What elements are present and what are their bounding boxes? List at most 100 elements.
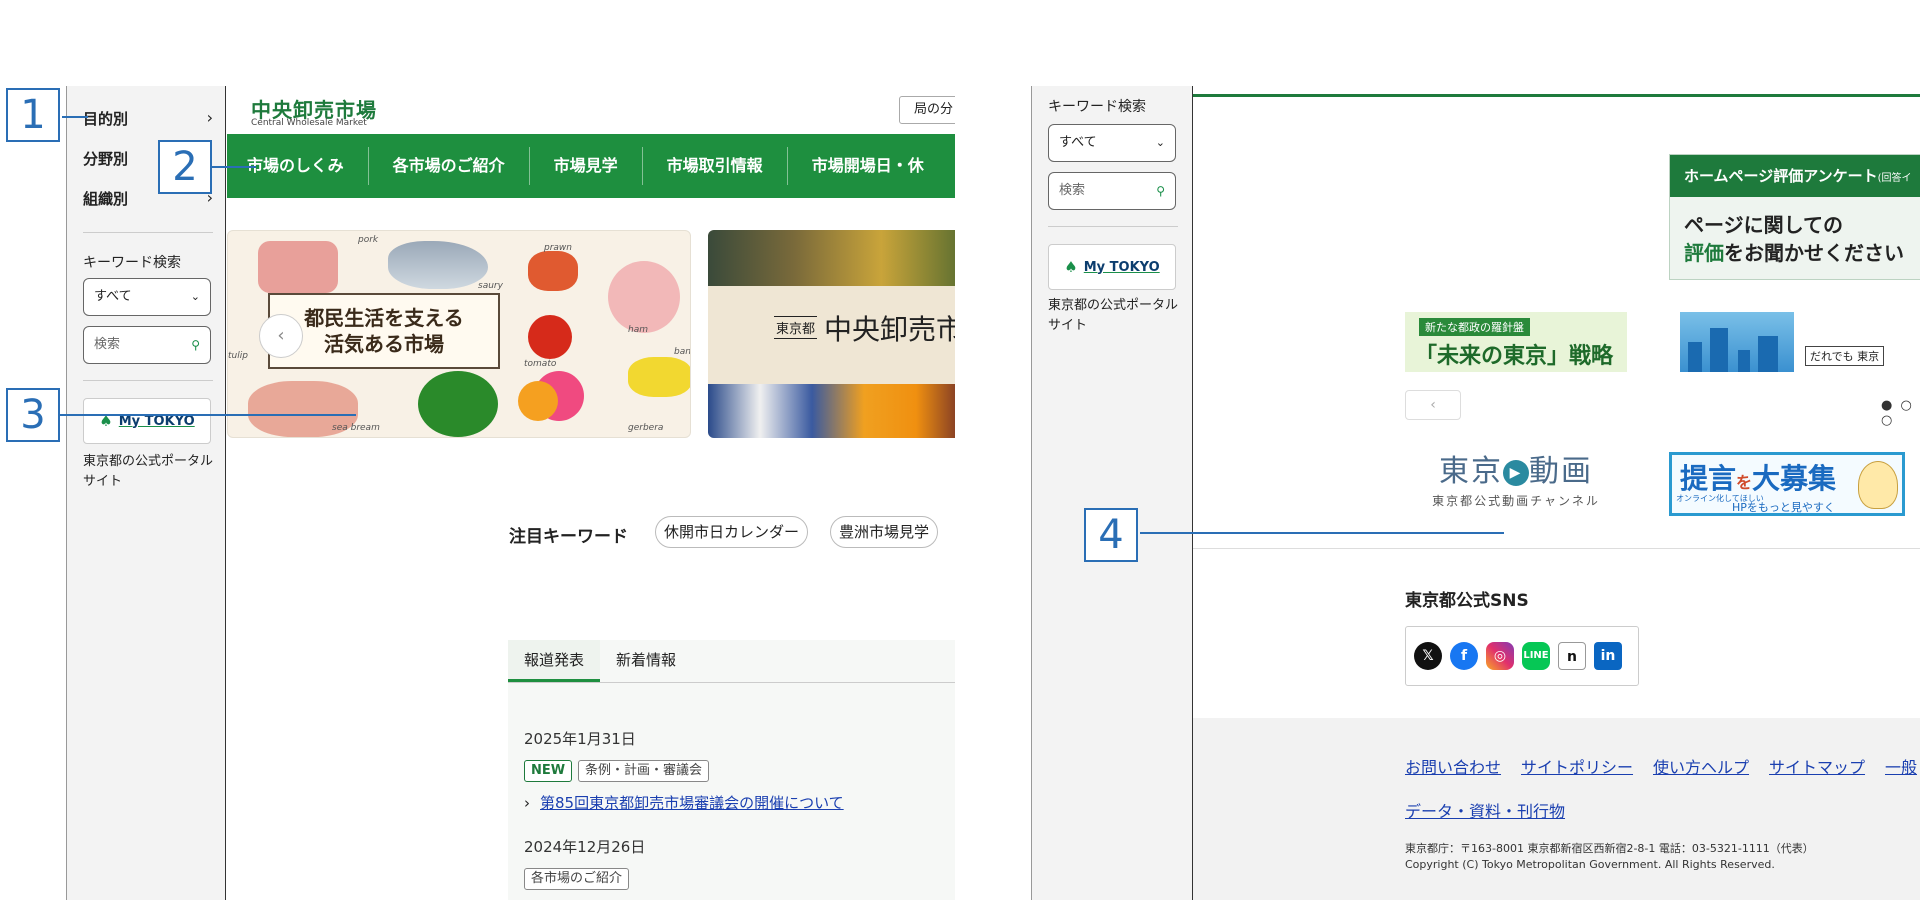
callout-4: 4 (1084, 508, 1138, 562)
search-scope-select[interactable]: すべて ⌄ (83, 278, 211, 316)
banner-carousel-prev-button[interactable]: ‹ (1405, 390, 1461, 420)
survey-header-note: (回答イ (1877, 173, 1912, 184)
sidebar-nav-label: 分野別 (83, 150, 129, 168)
carousel-dots[interactable]: ● ○ ○ (1881, 398, 1920, 428)
facebook-icon[interactable]: f (1450, 642, 1478, 670)
portal-description: 東京都の公式ポータルサイト (1048, 298, 1179, 333)
mytokyo-banner[interactable]: ♠ My TOKYO (83, 398, 211, 444)
survey-line1: ページに関しての (1684, 213, 1843, 237)
callout-leader-4 (1140, 532, 1504, 534)
divider (1193, 548, 1920, 549)
line-icon[interactable]: LINE (1522, 642, 1550, 670)
tab-new-info[interactable]: 新着情報 (600, 640, 692, 682)
hero-image-label: tulip (228, 351, 248, 361)
x-icon[interactable]: 𝕏 (1414, 642, 1442, 670)
banner-tagline: 新たな都政の羅針盤 (1419, 318, 1530, 336)
mytokyo-label: My TOKYO (1083, 259, 1160, 275)
nav-market-introduction[interactable]: 各市場のご紹介 (369, 147, 530, 185)
hero-image-label: banana (674, 347, 691, 357)
spinach-image (418, 371, 498, 437)
featured-keywords-label: 注目キーワード (509, 527, 628, 547)
hero-image-label: tomato (524, 359, 557, 369)
sns-links: 𝕏 f ◎ LINE n in (1405, 626, 1639, 686)
footer-link-site-policy[interactable]: サイトポリシー (1521, 754, 1633, 778)
divider (1048, 226, 1178, 227)
proposal-banner[interactable]: 提言を大募集 オンライン化してほしい HPをもっと見やすく (1669, 452, 1905, 516)
linkedin-icon[interactable]: in (1594, 642, 1622, 670)
daredemo-tokyo-banner[interactable]: だれでも 東京 (1805, 312, 1920, 372)
callout-1: 1 (6, 88, 60, 142)
search-scope-select[interactable]: すべて ⌄ (1048, 124, 1176, 162)
sidebar-nav-label: 目的別 (83, 110, 129, 128)
right-main-content: ホームページ評価アンケート(回答イ ページに関しての 評価をお聞かせください 新… (1193, 86, 1920, 900)
sns-heading: 東京都公式SNS (1405, 591, 1529, 611)
chevron-down-icon: ⌄ (1155, 136, 1165, 149)
carousel-prev-button[interactable]: ‹ (259, 314, 303, 358)
tab-press-release[interactable]: 報道発表 (508, 640, 601, 682)
banner-title-part: 動画 (1529, 454, 1593, 489)
nav-market-trading[interactable]: 市場取引情報 (643, 147, 788, 185)
select-value: すべて (1059, 135, 1097, 150)
survey-body: ページに関しての 評価をお聞かせください (1684, 211, 1904, 267)
survey-line2-highlight: 評価 (1684, 241, 1724, 265)
new-badge: NEW (524, 760, 573, 782)
banner-subtitle: HPをもっと見やすく (1732, 501, 1835, 514)
footer-link-contact[interactable]: お問い合わせ (1405, 754, 1501, 778)
sidebar-nav-purpose[interactable]: 目的別 › (83, 108, 213, 129)
building-shape (1758, 336, 1778, 372)
footer-link-help[interactable]: 使い方ヘルプ (1653, 754, 1749, 778)
callout-leader-3 (60, 414, 356, 416)
instagram-icon[interactable]: ◎ (1486, 642, 1514, 670)
news-date: 2024年12月26日 (524, 838, 646, 856)
chevron-right-icon: › (524, 794, 530, 812)
keyword-chip[interactable]: 休開市日カレンダー (655, 516, 809, 548)
survey-header: ホームページ評価アンケート(回答イ (1670, 155, 1920, 197)
banner-title-part: 提言 (1680, 462, 1737, 495)
keyword-chip[interactable]: 豊洲市場見学 (830, 516, 939, 548)
hero-headline: 都民生活を支える 活気ある市場 (268, 293, 500, 369)
hero-image-label: pork (358, 235, 379, 245)
tab-underline (508, 682, 955, 683)
note-icon[interactable]: n (1558, 642, 1586, 670)
sidebar-nav-label: 組織別 (83, 190, 129, 208)
hero-image-label: gerbera (628, 423, 664, 433)
callout-2: 2 (158, 140, 212, 194)
nav-market-calendar[interactable]: 市場開場日・休 (788, 147, 948, 185)
search-input[interactable]: 検索 ⚲ (83, 326, 211, 364)
select-value: すべて (94, 289, 132, 304)
search-icon: ⚲ (1156, 184, 1165, 198)
mytokyo-banner[interactable]: ♠ My TOKYO (1048, 244, 1176, 290)
building-shape (1738, 350, 1750, 372)
tokyo-douga-banner[interactable]: 東京 ▶ 動画 東京都公式動画チャンネル (1405, 452, 1627, 516)
site-logo-subtitle: Central Wholesale Market (251, 118, 367, 128)
ham-image (608, 261, 680, 333)
hero-tag: 東京都 (774, 316, 818, 339)
city-banner[interactable] (1680, 312, 1794, 372)
nav-market-tour[interactable]: 市場見学 (530, 147, 643, 185)
hero-image-label: ham (628, 325, 648, 335)
survey-banner[interactable]: ホームページ評価アンケート(回答イ ページに関しての 評価をお聞かせください (1669, 154, 1920, 280)
divider (83, 232, 213, 233)
banner-title-part: 大募集 (1752, 462, 1837, 495)
future-tokyo-banner[interactable]: 新たな都政の羅針盤 「未来の東京」戦略 (1405, 312, 1627, 372)
search-placeholder: 検索 (94, 337, 121, 352)
news-link[interactable]: › 第85回東京都卸売市場審議会の開催について (524, 792, 844, 813)
portal-description: 東京都の公式ポータルサイト (83, 454, 214, 489)
right-sidebar: キーワード検索 すべて ⌄ 検索 ⚲ ♠ My TOKYO 東京都の公式ポータルサイト (1031, 86, 1193, 900)
global-nav: 市場のしくみ 各市場のご紹介 市場見学 市場取引情報 市場開場日・休 (227, 134, 955, 198)
footer-link-data[interactable]: データ・資料・刊行物 (1405, 798, 1565, 822)
banner-title-part: 東京 (1439, 454, 1503, 489)
keyword-search-label: キーワード検索 (1048, 99, 1146, 115)
search-placeholder: 検索 (1059, 183, 1086, 198)
hero-slide-central-market[interactable]: 東京都 中央卸売市 (708, 230, 955, 438)
hero-photo-bottom (708, 384, 955, 438)
left-main-content: 中央卸売市場 Central Wholesale Market 局の分 市場のし… (227, 86, 955, 900)
divider (83, 380, 213, 381)
bureau-button[interactable]: 局の分 (899, 96, 955, 124)
hero-image-label: prawn (544, 243, 572, 253)
footer-link-general[interactable]: 一般 (1885, 754, 1917, 778)
news-tabs: 報道発表 新着情報 (508, 640, 692, 682)
search-input[interactable]: 検索 ⚲ (1048, 172, 1176, 210)
footer-link-sitemap[interactable]: サイトマップ (1769, 754, 1865, 778)
chevron-right-icon: › (206, 108, 213, 127)
